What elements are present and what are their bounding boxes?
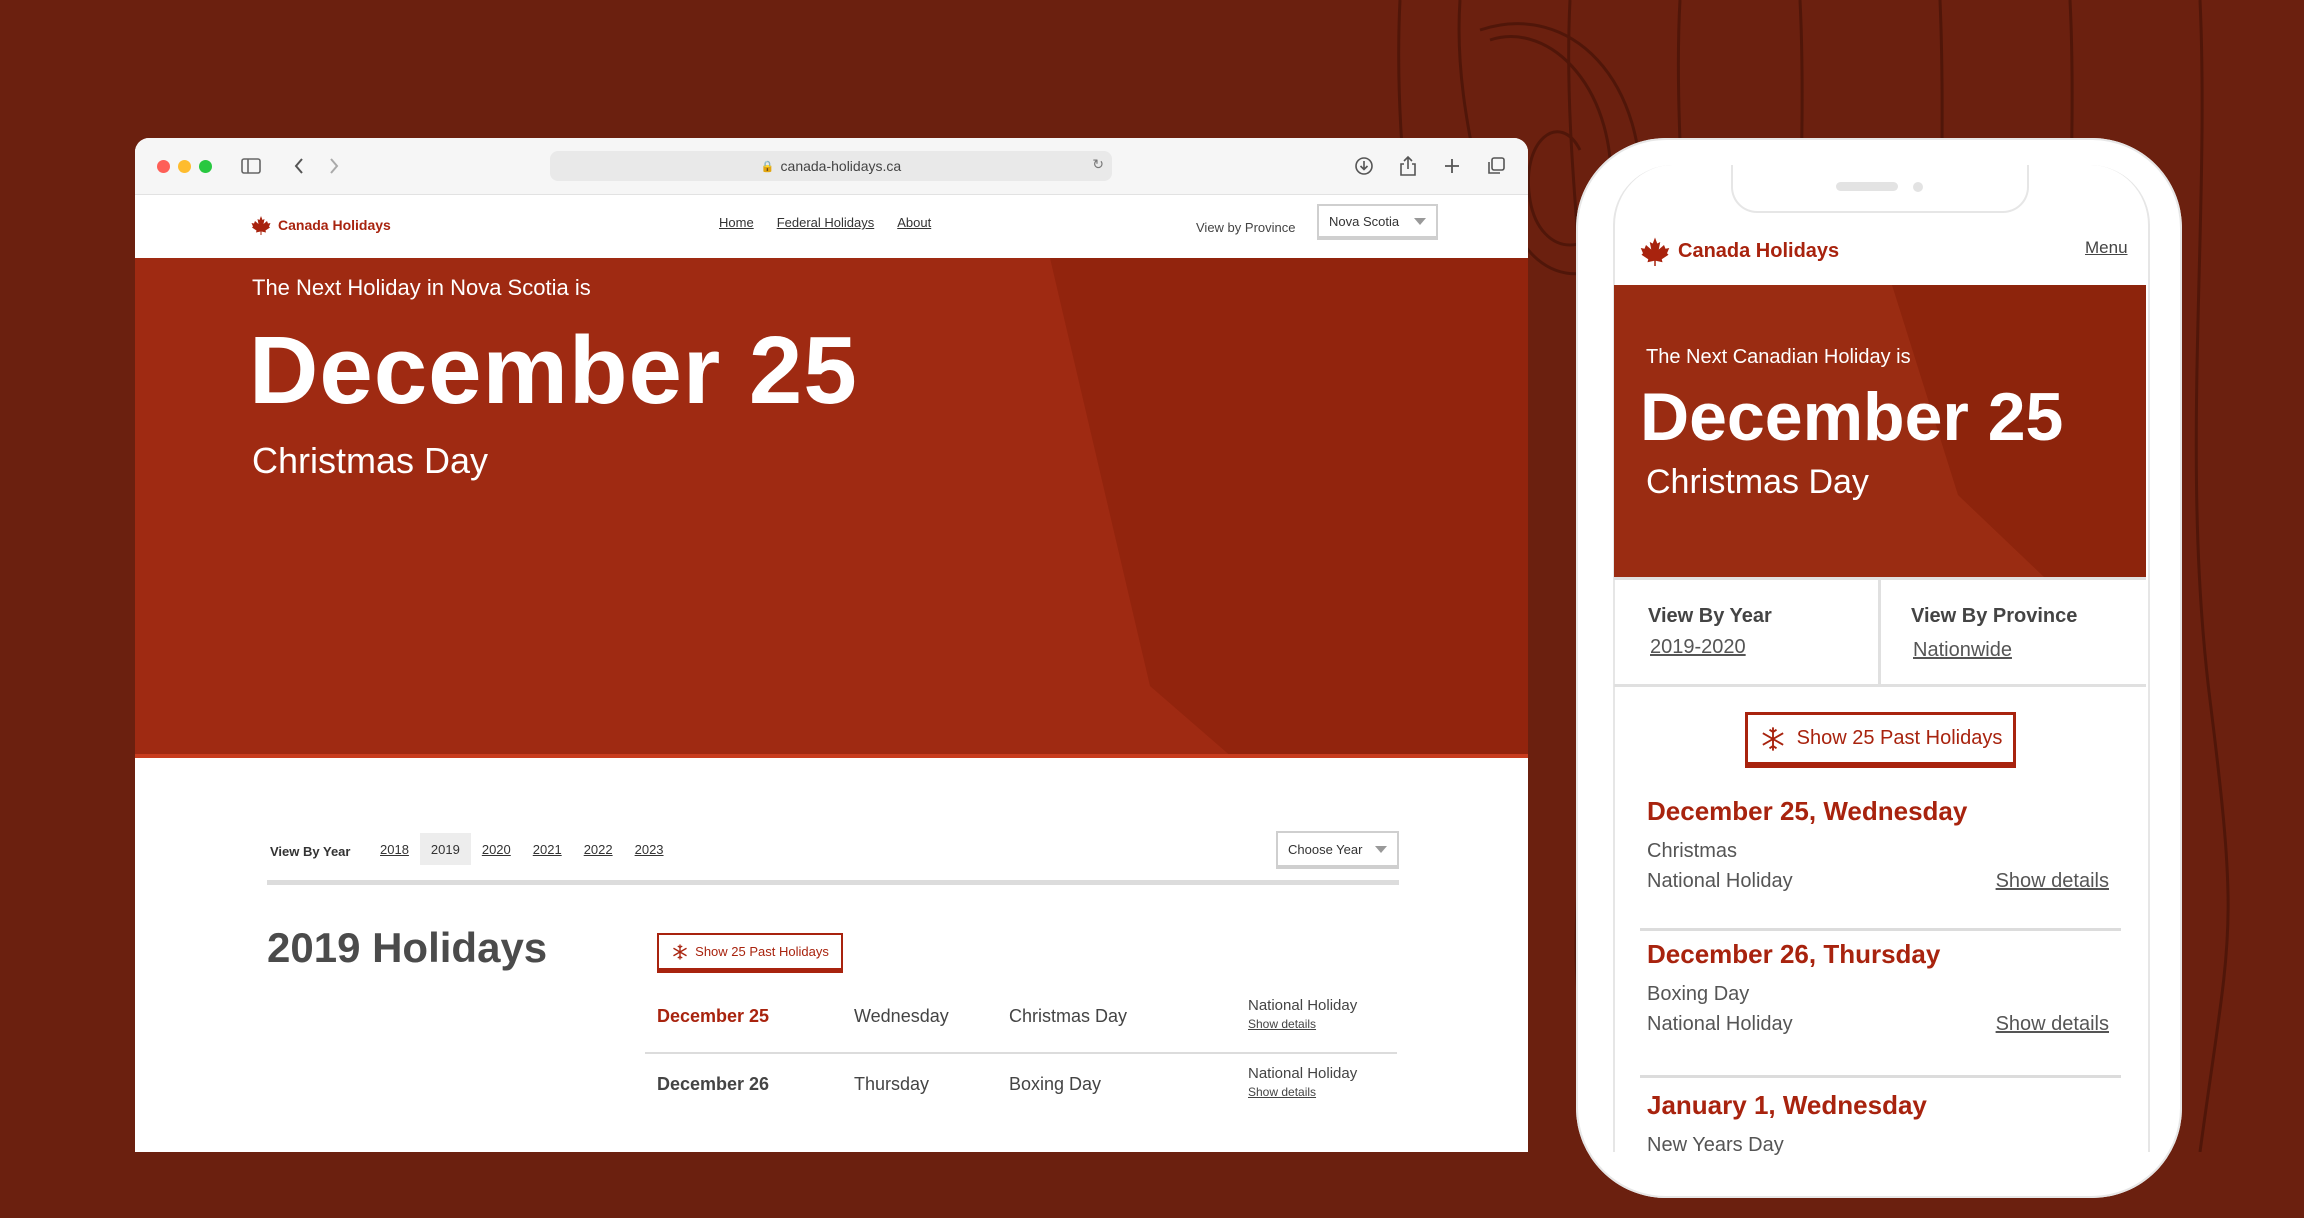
hero-date: December 25 xyxy=(249,317,858,424)
forward-icon[interactable] xyxy=(320,152,348,180)
view-options-divider xyxy=(1878,580,1881,684)
province-select-value: Nova Scotia xyxy=(1329,213,1400,229)
year-tabs: 2018 2019 2020 2021 2022 2023 xyxy=(369,833,675,865)
year-bar-divider xyxy=(267,880,1399,885)
nav-federal-holidays-link[interactable]: Federal Holidays xyxy=(777,215,875,230)
chevron-down-icon xyxy=(1414,218,1426,225)
chevron-down-icon xyxy=(1375,846,1387,853)
sidebar-icon[interactable] xyxy=(237,152,265,180)
tabs-icon[interactable] xyxy=(1482,152,1510,180)
holiday-name: Boxing Day xyxy=(1647,983,1750,1005)
maximize-window-button[interactable] xyxy=(199,160,212,173)
holiday-type: National Holiday xyxy=(1248,997,1358,1014)
snowflake-icon xyxy=(673,944,688,959)
site-name: Canada Holidays xyxy=(278,217,391,233)
nav-home-link[interactable]: Home xyxy=(719,215,754,230)
show-past-holidays-label: Show 25 Past Holidays xyxy=(695,944,829,959)
table-row: December 26 Thursday Boxing Day National… xyxy=(645,1054,1397,1120)
choose-year-label: Choose Year xyxy=(1288,841,1363,857)
download-icon[interactable] xyxy=(1350,152,1378,180)
minimize-window-button[interactable] xyxy=(178,160,191,173)
holiday-weekday: Thursday xyxy=(854,1074,930,1094)
list-item: December 25, Wednesday Christmas Nationa… xyxy=(1640,788,2121,931)
mobile-menu-link[interactable]: Menu xyxy=(2085,238,2128,258)
holiday-name: Christmas xyxy=(1647,840,1738,862)
mobile-show-past-holidays-label: Show 25 Past Holidays xyxy=(1796,727,2003,749)
share-icon[interactable] xyxy=(1394,152,1422,180)
holiday-type: National Holiday xyxy=(1647,1013,1793,1035)
list-item: December 26, Thursday Boxing Day Nationa… xyxy=(1640,931,2121,1078)
nav-about-link[interactable]: About xyxy=(897,215,931,230)
year-tab-2023[interactable]: 2023 xyxy=(624,833,675,865)
holiday-weekday: Wednesday xyxy=(854,1006,949,1026)
year-tab-2022[interactable]: 2022 xyxy=(573,833,624,865)
view-by-province-link[interactable]: Nationwide xyxy=(1913,639,2012,662)
main-nav: Home Federal Holidays About xyxy=(719,215,931,230)
holiday-type: National Holiday xyxy=(1647,870,1793,892)
back-icon[interactable] xyxy=(285,152,313,180)
site-logo[interactable]: Canada Holidays xyxy=(251,215,391,235)
year-tab-2021[interactable]: 2021 xyxy=(522,833,573,865)
holiday-date: December 25 xyxy=(657,1006,770,1026)
reload-icon[interactable]: ↻ xyxy=(1092,156,1104,173)
site-header: Canada Holidays Home Federal Holidays Ab… xyxy=(135,195,1528,257)
hero-holiday-name: Christmas Day xyxy=(252,440,489,481)
phone-camera xyxy=(1913,182,1923,192)
view-by-year-label: View By Year xyxy=(1648,605,1772,627)
show-past-holidays-button[interactable]: Show 25 Past Holidays xyxy=(657,933,843,973)
hero-bottom-edge xyxy=(135,754,1528,758)
holiday-title: December 25, Wednesday xyxy=(1647,796,1968,826)
mobile-site-logo[interactable]: Canada Holidays xyxy=(1640,236,1839,266)
list-item: January 1, Wednesday New Years Day xyxy=(1640,1078,2121,1218)
address-bar[interactable]: 🔒 canada-holidays.ca ↻ xyxy=(550,151,1112,181)
holiday-type: National Holiday xyxy=(1248,1065,1358,1082)
choose-year-select[interactable]: Choose Year xyxy=(1276,831,1399,869)
url-text: canada-holidays.ca xyxy=(780,158,902,174)
table-row: December 25 Wednesday Christmas Day Nati… xyxy=(645,986,1397,1054)
desktop-browser-window: 🔒 canada-holidays.ca ↻ Canada Holidays H… xyxy=(135,138,1528,1152)
maple-leaf-icon xyxy=(251,216,271,235)
year-tab-2020[interactable]: 2020 xyxy=(471,833,522,865)
maple-leaf-icon xyxy=(1640,237,1670,266)
holiday-date: December 26 xyxy=(657,1074,770,1094)
mobile-hero-date: December 25 xyxy=(1640,379,2064,455)
snowflake-icon xyxy=(1762,726,1784,751)
holiday-title: January 1, Wednesday xyxy=(1647,1090,1927,1120)
holiday-name: Boxing Day xyxy=(1009,1074,1102,1094)
year-filter-label: View By Year xyxy=(270,844,351,859)
mobile-holiday-list: December 25, Wednesday Christmas Nationa… xyxy=(1640,788,2121,1218)
province-label: View by Province xyxy=(1196,220,1296,235)
mobile-show-past-holidays-button[interactable]: Show 25 Past Holidays xyxy=(1745,712,2016,768)
mobile-hero-holiday-name: Christmas Day xyxy=(1646,463,1869,501)
browser-toolbar: 🔒 canada-holidays.ca ↻ xyxy=(135,138,1528,195)
holiday-title: December 26, Thursday xyxy=(1647,939,1941,969)
view-by-province-label: View By Province xyxy=(1911,605,2078,627)
show-details-link[interactable]: Show details xyxy=(1248,1017,1316,1031)
show-details-link[interactable]: Show details xyxy=(1248,1085,1316,1099)
year-tab-2019[interactable]: 2019 xyxy=(419,833,471,865)
section-title: 2019 Holidays xyxy=(267,924,548,971)
close-window-button[interactable] xyxy=(157,160,170,173)
year-tab-2018[interactable]: 2018 xyxy=(369,833,420,865)
hero-subtitle: The Next Holiday in Nova Scotia is xyxy=(252,275,591,300)
lock-icon: 🔒 xyxy=(760,160,775,173)
show-details-link[interactable]: Show details xyxy=(1996,1013,2109,1036)
show-details-link[interactable]: Show details xyxy=(1996,870,2109,893)
province-select[interactable]: Nova Scotia xyxy=(1317,204,1438,240)
holiday-table: December 25 Wednesday Christmas Day Nati… xyxy=(645,986,1397,1120)
mobile-site-name: Canada Holidays xyxy=(1678,239,1840,262)
view-by-year-link[interactable]: 2019-2020 xyxy=(1650,636,1746,659)
mobile-hero-subtitle: The Next Canadian Holiday is xyxy=(1646,346,1911,368)
new-tab-icon[interactable] xyxy=(1438,152,1466,180)
holiday-name: Christmas Day xyxy=(1009,1006,1128,1026)
holiday-name: New Years Day xyxy=(1647,1134,1784,1156)
phone-speaker xyxy=(1836,182,1898,191)
mobile-view-options: View By Year 2019-2020 View By Province … xyxy=(1614,577,2146,687)
